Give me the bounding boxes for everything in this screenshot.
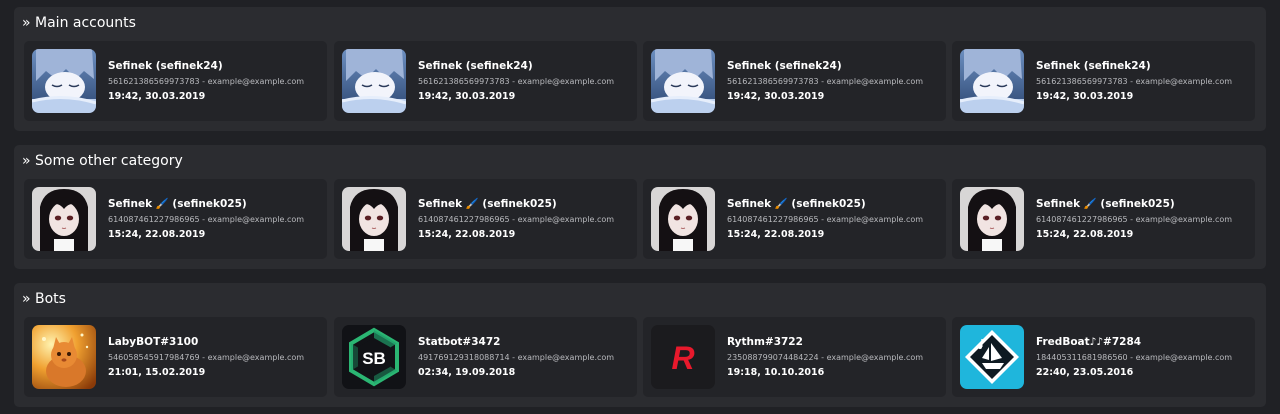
account-card[interactable]: Sefinek 🖌️ (sefinek025) 6140874612279869… (952, 179, 1255, 259)
bot-meta: 546058545917984769 - example@example.com (108, 353, 305, 362)
account-meta: 614087461227986965 - example@example.com (418, 215, 615, 224)
bot-date: 02:34, 19.09.2018 (418, 367, 516, 378)
dark-hair-anime-avatar (32, 187, 96, 251)
bot-card[interactable]: LabyBOT#3100 546058545917984769 - exampl… (24, 317, 327, 397)
bot-name: FredBoat♪♪#7284 (1036, 336, 1142, 348)
account-meta: 561621386569973783 - example@example.com (727, 77, 924, 86)
bot-meta: 184405311681986560 - example@example.com (1036, 353, 1233, 362)
sleeping-anime-avatar (651, 49, 715, 113)
account-name: Sefinek 🖌️ (sefinek025) (418, 198, 557, 210)
section-other-category: » Some other category Sefinek 🖌️ (sefine… (14, 145, 1266, 269)
account-meta: 614087461227986965 - example@example.com (108, 215, 305, 224)
section-title: » Some other category (22, 153, 183, 169)
account-date: 19:42, 30.03.2019 (108, 91, 206, 102)
dark-hair-anime-avatar (342, 187, 406, 251)
bot-date: 21:01, 15.02.2019 (108, 367, 206, 378)
bot-meta: 491769129318088714 - example@example.com (418, 353, 615, 362)
section-bots: » Bots LabyBOT#3100 546058545917984769 -… (14, 283, 1266, 407)
cat-avatar (32, 325, 96, 389)
account-card[interactable]: Sefinek (sefinek24) 561621386569973783 -… (334, 41, 637, 121)
account-date: 19:42, 30.03.2019 (727, 91, 825, 102)
account-date: 15:24, 22.08.2019 (727, 229, 825, 240)
account-card[interactable]: Sefinek 🖌️ (sefinek025) 6140874612279869… (643, 179, 946, 259)
fredboat-logo (960, 325, 1024, 389)
bot-card[interactable]: FredBoat♪♪#7284 184405311681986560 - exa… (952, 317, 1255, 397)
section-title: » Main accounts (22, 15, 136, 31)
section-title: » Bots (22, 291, 66, 307)
account-name: Sefinek 🖌️ (sefinek025) (727, 198, 866, 210)
account-date: 19:42, 30.03.2019 (1036, 91, 1134, 102)
bot-card[interactable]: R Rythm#3722 235088799074484224 - exampl… (643, 317, 946, 397)
dark-hair-anime-avatar (651, 187, 715, 251)
account-card[interactable]: Sefinek (sefinek24) 561621386569973783 -… (952, 41, 1255, 121)
account-date: 19:42, 30.03.2019 (418, 91, 516, 102)
sleeping-anime-avatar (32, 49, 96, 113)
account-date: 15:24, 22.08.2019 (418, 229, 516, 240)
sleeping-anime-avatar (342, 49, 406, 113)
bot-card[interactable]: SB Statbot#3472 491769129318088714 - exa… (334, 317, 637, 397)
bot-date: 19:18, 10.10.2016 (727, 367, 825, 378)
rythm-logo: R (651, 325, 715, 389)
account-card[interactable]: Sefinek (sefinek24) 561621386569973783 -… (24, 41, 327, 121)
account-name: Sefinek (sefinek24) (727, 60, 842, 72)
bot-name: Statbot#3472 (418, 336, 501, 348)
account-card[interactable]: Sefinek 🖌️ (sefinek025) 6140874612279869… (334, 179, 637, 259)
account-name: Sefinek (sefinek24) (1036, 60, 1151, 72)
account-meta: 561621386569973783 - example@example.com (108, 77, 305, 86)
account-date: 15:24, 22.08.2019 (108, 229, 206, 240)
statbot-logo: SB (342, 325, 406, 389)
bot-meta: 235088799074484224 - example@example.com (727, 353, 924, 362)
section-main-accounts: » Main accounts Sefinek (sefinek24) 5616… (14, 7, 1266, 131)
svg-text:R: R (671, 340, 694, 376)
account-meta: 561621386569973783 - example@example.com (418, 77, 615, 86)
account-name: Sefinek 🖌️ (sefinek025) (1036, 198, 1175, 210)
account-card[interactable]: Sefinek 🖌️ (sefinek025) 6140874612279869… (24, 179, 327, 259)
sleeping-anime-avatar (960, 49, 1024, 113)
account-name: Sefinek (sefinek24) (418, 60, 533, 72)
account-meta: 561621386569973783 - example@example.com (1036, 77, 1233, 86)
svg-text:SB: SB (362, 349, 386, 368)
account-name: Sefinek (sefinek24) (108, 60, 223, 72)
account-meta: 614087461227986965 - example@example.com (727, 215, 924, 224)
account-date: 15:24, 22.08.2019 (1036, 229, 1134, 240)
account-card[interactable]: Sefinek (sefinek24) 561621386569973783 -… (643, 41, 946, 121)
bot-name: Rythm#3722 (727, 336, 803, 348)
bot-name: LabyBOT#3100 (108, 336, 199, 348)
bot-date: 22:40, 23.05.2016 (1036, 367, 1134, 378)
account-meta: 614087461227986965 - example@example.com (1036, 215, 1233, 224)
account-name: Sefinek 🖌️ (sefinek025) (108, 198, 247, 210)
dark-hair-anime-avatar (960, 187, 1024, 251)
